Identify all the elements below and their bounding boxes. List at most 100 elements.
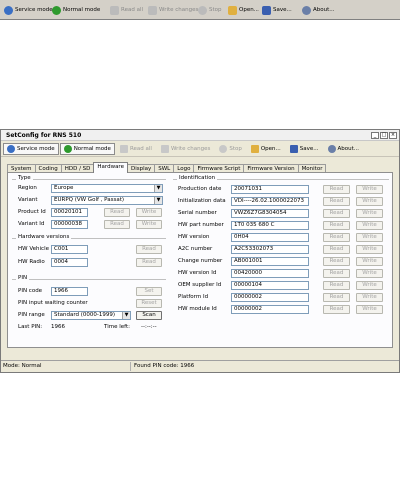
identification-value-field[interactable]: 00000002	[231, 305, 309, 314]
bg-normal-mode-button: Normal mode	[52, 4, 100, 16]
identification-label: Production date	[178, 186, 222, 192]
write-changes-icon	[160, 145, 169, 153]
identification-value-field[interactable]: 00420000	[231, 269, 309, 278]
pin-code-label: PIN code	[18, 288, 43, 294]
identification-write-button[interactable]: Write	[356, 233, 383, 242]
identification-write-button[interactable]: Write	[356, 293, 383, 302]
pin-code-field[interactable]: 1966	[51, 287, 88, 296]
pin-set-button[interactable]: Set	[136, 287, 162, 296]
folder-icon	[228, 5, 237, 15]
background-toolbar: Service mode Normal mode Read all Write …	[0, 0, 400, 20]
stop-icon	[198, 5, 207, 15]
product-id-field[interactable]: 00020101	[51, 208, 88, 217]
window-title: SetConfig for RNS 510	[6, 131, 82, 139]
identification-label: HW module Id	[178, 306, 217, 312]
about-icon	[327, 145, 336, 153]
last-pin-label: Last PIN:	[18, 324, 43, 330]
pin-range-label: PIN range	[18, 312, 45, 318]
identification-value-field[interactable]: 1T0 035 680 C	[231, 221, 309, 230]
setconfig-window: SetConfig for RNS 510 _ □ × Service mode…	[0, 129, 400, 373]
identification-read-button[interactable]: Read	[323, 221, 350, 230]
variant-id-read-button[interactable]: Read	[104, 220, 130, 229]
identification-write-button[interactable]: Write	[356, 245, 383, 254]
identification-write-button[interactable]: Write	[356, 197, 383, 206]
open-button[interactable]: Open...	[247, 143, 285, 155]
identification-value-field[interactable]: 20071031	[231, 185, 309, 194]
service-mode-icon	[7, 145, 15, 153]
hw-vehicle-read-button[interactable]: Read	[136, 245, 162, 254]
hw-radio-read-button[interactable]: Read	[136, 258, 162, 267]
identification-write-button[interactable]: Write	[356, 305, 383, 314]
identification-value-field[interactable]: 00000002	[231, 293, 309, 302]
identification-value-field[interactable]: AB001001	[231, 257, 309, 266]
identification-read-button[interactable]: Read	[323, 185, 350, 194]
status-mode: Mode: Normal	[1, 362, 131, 371]
about-button[interactable]: About...	[324, 143, 364, 155]
toolbar: Service mode Normal mode Read all Write …	[1, 142, 399, 157]
pin-reset-button[interactable]: Reset	[136, 299, 162, 308]
pin-scan-button[interactable]: Scan	[136, 311, 162, 320]
product-id-read-button[interactable]: Read	[104, 208, 130, 217]
minimize-button[interactable]: _	[371, 132, 379, 139]
identification-read-button[interactable]: Read	[323, 245, 350, 254]
identification-write-button[interactable]: Write	[356, 281, 383, 290]
identification-label: Initialization data	[178, 198, 226, 204]
stop-button[interactable]: Stop	[215, 143, 246, 155]
identification-write-button[interactable]: Write	[356, 209, 383, 218]
identification-read-button[interactable]: Read	[323, 197, 350, 206]
save-button[interactable]: Save...	[286, 143, 323, 155]
identification-read-button[interactable]: Read	[323, 293, 350, 302]
hw-vehicle-field[interactable]: C001	[51, 245, 88, 254]
region-select[interactable]: Europe ▼	[51, 184, 163, 193]
bg-about-button: About...	[302, 4, 335, 16]
variant-select[interactable]: EURPQ (VW Golf , Passat) ▼	[51, 196, 163, 205]
identification-write-button[interactable]: Write	[356, 269, 383, 278]
identification-read-button[interactable]: Read	[323, 305, 350, 314]
identification-read-button[interactable]: Read	[323, 233, 350, 242]
product-id-write-button[interactable]: Write	[136, 208, 162, 217]
identification-read-button[interactable]: Read	[323, 257, 350, 266]
normal-mode-button[interactable]: Normal mode	[59, 143, 115, 155]
write-changes-button[interactable]: Write changes	[157, 143, 214, 155]
hardware-versions-title: Hardware versions	[16, 234, 72, 240]
pin-waiting-counter-label: PIN input waiting counter	[18, 300, 88, 306]
region-label: Region	[18, 185, 37, 191]
floppy-save-icon	[289, 145, 298, 153]
bg-stop-button: Stop	[198, 4, 222, 16]
identification-label: HW part number	[178, 222, 224, 228]
hw-radio-label: HW Radio	[18, 259, 45, 265]
identification-label: OEM supplier Id	[178, 282, 222, 288]
identification-read-button[interactable]: Read	[323, 281, 350, 290]
identification-value-field[interactable]: VDI----26.02.1000022073	[231, 197, 309, 206]
identification-value-field[interactable]: VWZ6Z7G8304054	[231, 209, 309, 218]
read-icon	[110, 5, 119, 15]
time-left-value: --:--:--	[141, 324, 157, 330]
service-mode-button[interactable]: Service mode	[3, 143, 59, 155]
variant-id-write-button[interactable]: Write	[136, 220, 162, 229]
identification-value-field[interactable]: A2C53302073	[231, 245, 309, 254]
bg-save-button: Save...	[262, 4, 292, 16]
identification-read-button[interactable]: Read	[323, 269, 350, 278]
identification-write-button[interactable]: Write	[356, 221, 383, 230]
pin-range-select[interactable]: Standard (0000-1999) ▼	[51, 311, 131, 320]
bg-service-mode-button: Service mode	[4, 4, 53, 16]
identification-read-button[interactable]: Read	[323, 209, 350, 218]
chevron-down-icon: ▼	[154, 185, 162, 192]
tab-hardware[interactable]: Hardware	[93, 162, 128, 173]
identification-label: A2C number	[178, 246, 213, 252]
hw-radio-field[interactable]: 0004	[51, 258, 88, 267]
identification-value-field[interactable]: 00000104	[231, 281, 309, 290]
close-button[interactable]: ×	[389, 132, 397, 139]
folder-open-icon	[250, 145, 259, 153]
identification-title: Identification	[177, 175, 218, 181]
service-icon	[4, 5, 13, 15]
identification-value-field[interactable]: 0H04	[231, 233, 309, 242]
read-all-icon	[119, 145, 128, 153]
identification-write-button[interactable]: Write	[356, 257, 383, 266]
variant-id-field[interactable]: 00000038	[51, 220, 88, 229]
identification-label: Serial number	[178, 210, 217, 216]
status-message: Found PIN code: 1966	[134, 363, 195, 369]
identification-write-button[interactable]: Write	[356, 185, 383, 194]
maximize-button[interactable]: □	[380, 132, 388, 139]
read-all-button[interactable]: Read all	[116, 143, 156, 155]
